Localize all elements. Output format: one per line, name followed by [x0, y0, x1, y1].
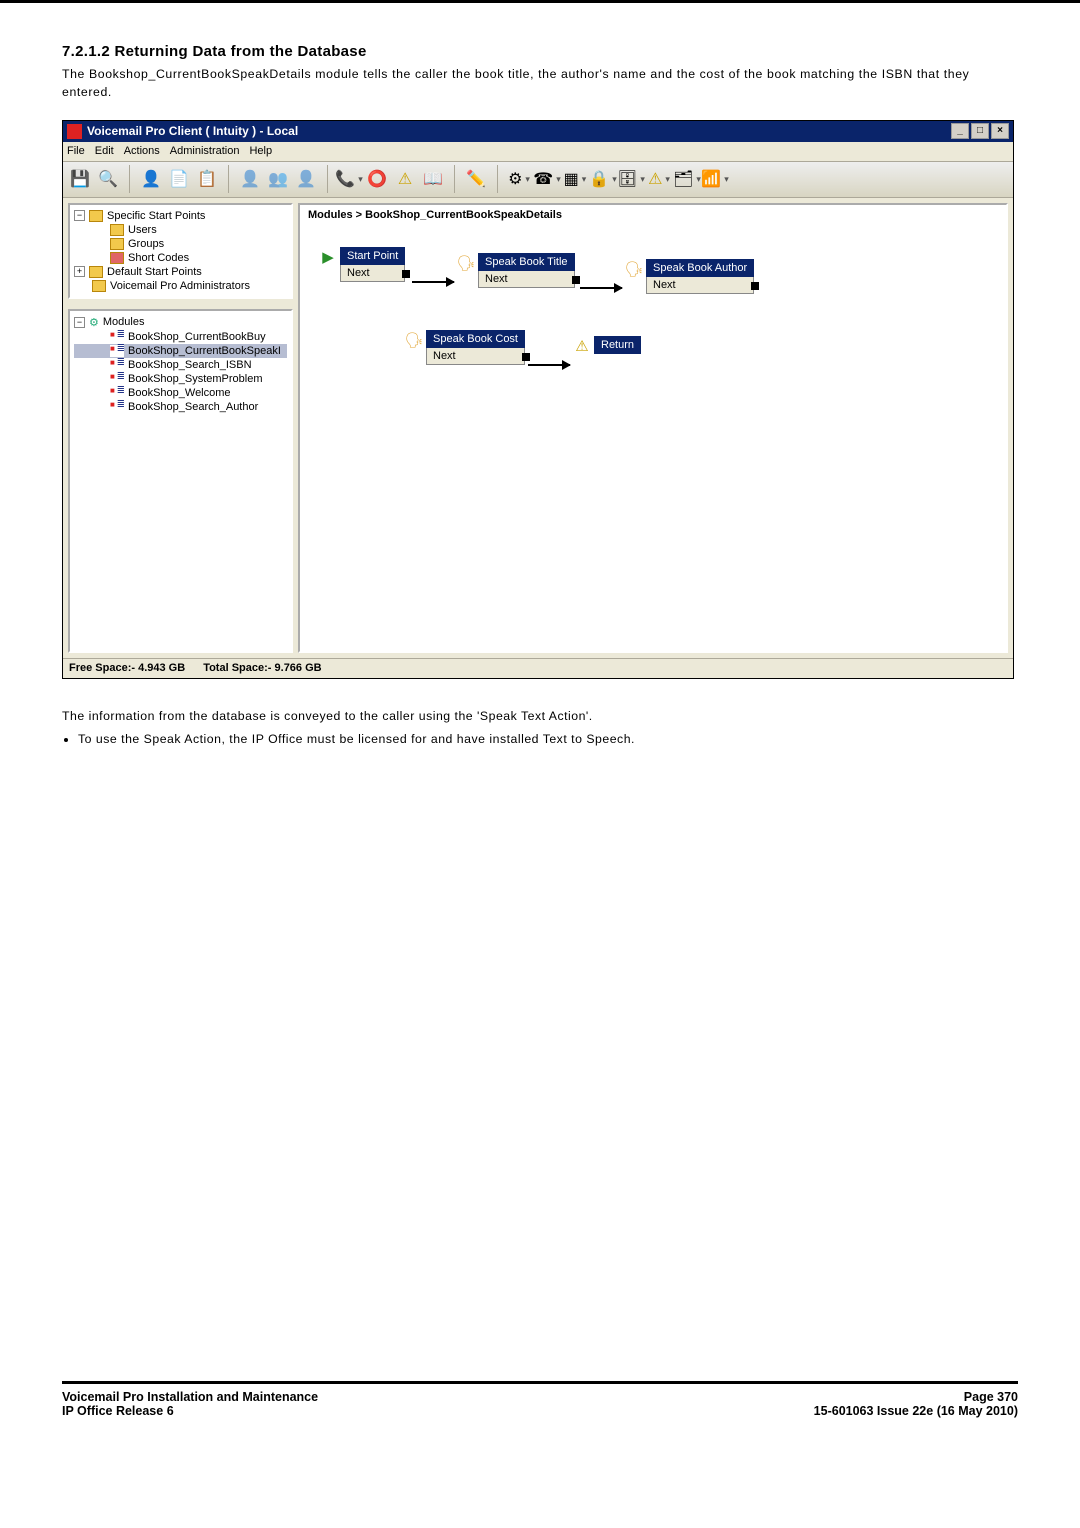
node-return[interactable]: ⚠ Return: [594, 336, 641, 354]
book-icon[interactable]: 📖: [422, 168, 444, 190]
menu-actions[interactable]: Actions: [124, 145, 160, 157]
module-item: BookShop_CurrentBookBuy: [74, 330, 287, 344]
person2-icon[interactable]: 👥: [267, 168, 289, 190]
close-button[interactable]: ×: [991, 123, 1009, 139]
play-icon: ▶: [318, 247, 338, 267]
speak-icon: 🗣: [624, 259, 644, 279]
node-speak-title[interactable]: 🗣 Speak Book Title Next: [478, 253, 575, 288]
toolbar: 💾 🔍 👤 📄 📋 👤 👥 👤 📞 ⭕ ⚠ 📖 ✏️ ⚙ ☎ ▦ 🔒 🗄 ⚠: [63, 162, 1013, 198]
module-item: BookShop_Search_Author: [74, 400, 287, 414]
window-title: Voicemail Pro Client ( Intuity ) - Local: [87, 124, 298, 138]
paste-icon[interactable]: 📋: [196, 168, 218, 190]
phone-icon[interactable]: 📞: [338, 168, 360, 190]
modules-tree[interactable]: −⚙Modules BookShop_CurrentBookBuy BookSh…: [68, 309, 293, 653]
lock-icon[interactable]: 🔒: [592, 168, 614, 190]
start-points-tree[interactable]: −Specific Start Points Users Groups Shor…: [68, 203, 293, 299]
eq-icon[interactable]: 📶: [704, 168, 726, 190]
module-item-selected: BookShop_CurrentBookSpeakI: [74, 344, 287, 358]
gear-icon[interactable]: ⚙: [508, 168, 530, 190]
alert-icon[interactable]: ⚠: [394, 168, 416, 190]
speak-icon: 🗣: [404, 330, 424, 350]
menubar[interactable]: File Edit Actions Administration Help: [63, 142, 1013, 162]
module-item: BookShop_SystemProblem: [74, 372, 287, 386]
statusbar: Free Space:- 4.943 GB Total Space:- 9.76…: [63, 658, 1013, 678]
canvas-breadcrumb: Modules > BookShop_CurrentBookSpeakDetai…: [300, 205, 1006, 225]
titlebar[interactable]: Voicemail Pro Client ( Intuity ) - Local…: [63, 121, 1013, 142]
module-canvas[interactable]: Modules > BookShop_CurrentBookSpeakDetai…: [298, 203, 1008, 653]
person-add-icon[interactable]: 👤: [239, 168, 261, 190]
speak-icon: 🗣: [456, 253, 476, 273]
app-window: Voicemail Pro Client ( Intuity ) - Local…: [62, 120, 1014, 679]
tri-icon[interactable]: ⚠: [648, 168, 670, 190]
pencil-icon[interactable]: ✏️: [465, 168, 487, 190]
person-del-icon[interactable]: 👤: [295, 168, 317, 190]
post-bullet: To use the Speak Action, the IP Office m…: [78, 730, 1018, 749]
menu-admin[interactable]: Administration: [170, 145, 240, 157]
menu-edit[interactable]: Edit: [95, 145, 114, 157]
page-footer: Voicemail Pro Installation and Maintenan…: [62, 1381, 1018, 1418]
save-icon[interactable]: 💾: [69, 168, 91, 190]
record-icon[interactable]: ⭕: [366, 168, 388, 190]
db-icon[interactable]: 🗄: [620, 168, 642, 190]
module-item: BookShop_Search_ISBN: [74, 358, 287, 372]
menu-help[interactable]: Help: [249, 145, 272, 157]
post-para: The information from the database is con…: [62, 707, 1018, 726]
phone2-icon[interactable]: ☎: [536, 168, 558, 190]
section-intro: The Bookshop_CurrentBookSpeakDetails mod…: [62, 66, 1018, 102]
copy-icon[interactable]: 📄: [168, 168, 190, 190]
node-speak-cost[interactable]: 🗣 Speak Book Cost Next: [426, 330, 525, 365]
warning-icon: ⚠: [572, 336, 592, 356]
maximize-button[interactable]: □: [971, 123, 989, 139]
section-title: 7.2.1.2 Returning Data from the Database: [62, 43, 1018, 60]
minimize-button[interactable]: _: [951, 123, 969, 139]
users-icon[interactable]: 👤: [140, 168, 162, 190]
prefs-icon[interactable]: 🔍: [97, 168, 119, 190]
menu-file[interactable]: File: [67, 145, 85, 157]
node-start[interactable]: ▶ Start Point Next: [340, 247, 405, 282]
node-speak-author[interactable]: 🗣 Speak Book Author Next: [646, 259, 754, 294]
grid-icon[interactable]: ▦: [564, 168, 586, 190]
app-icon: [67, 124, 82, 139]
module-item: BookShop_Welcome: [74, 386, 287, 400]
list-icon[interactable]: 🗂: [676, 168, 698, 190]
